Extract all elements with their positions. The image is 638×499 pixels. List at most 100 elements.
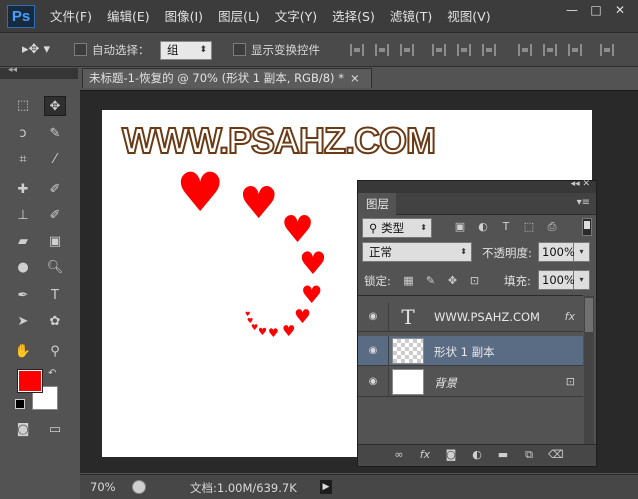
- path-select-tool-icon[interactable]: ➤: [12, 312, 34, 332]
- layer-name[interactable]: 形状 1 副本: [434, 344, 495, 360]
- menu-view[interactable]: 视图(V): [447, 8, 490, 26]
- clone-stamp-icon[interactable]: ⊥: [12, 206, 34, 226]
- menu-layer[interactable]: 图层(L): [218, 8, 260, 26]
- layer-row-text[interactable]: ◉ T WWW.PSAHZ.COM fx: [358, 302, 583, 332]
- marquee-tool-icon[interactable]: ⬚: [12, 96, 34, 116]
- eraser-tool-icon[interactable]: ▰: [12, 232, 34, 252]
- menu-file[interactable]: 文件(F): [50, 8, 92, 26]
- fill-dropdown-icon[interactable]: ▾: [574, 270, 590, 290]
- panel-titlebar[interactable]: ◂◂ ✕: [358, 179, 596, 193]
- filter-toggle[interactable]: [582, 218, 592, 236]
- menu-filter[interactable]: 滤镜(T): [390, 8, 432, 26]
- add-mask-icon[interactable]: ◙: [444, 448, 458, 462]
- link-layers-icon[interactable]: ∞: [392, 448, 406, 462]
- align-bottom-icon[interactable]: [400, 44, 414, 56]
- distribute-left-icon[interactable]: [600, 44, 614, 56]
- opacity-input[interactable]: 100%: [538, 242, 575, 262]
- foreground-color-swatch[interactable]: [17, 369, 43, 393]
- layer-row-shape[interactable]: ◉ 形状 1 副本: [358, 336, 583, 366]
- shape-layer-thumb: [392, 338, 424, 364]
- opacity-dropdown-icon[interactable]: ▾: [574, 242, 590, 262]
- blur-tool-icon[interactable]: ●: [12, 258, 34, 278]
- move-tool-icon[interactable]: ✥: [44, 96, 66, 116]
- eye-icon[interactable]: ◉: [366, 345, 380, 357]
- lock-all-icon[interactable]: ⊡: [468, 274, 481, 287]
- quick-select-tool-icon[interactable]: ✎: [44, 124, 66, 144]
- zoom-level[interactable]: 70%: [90, 480, 116, 494]
- swap-colors-icon[interactable]: ↶: [48, 368, 56, 379]
- dodge-tool-icon[interactable]: 🔍︎: [44, 258, 66, 278]
- pixel-filter-icon[interactable]: ▣: [453, 220, 467, 234]
- status-bar: 70% 文档:1.00M/639.7K ▶: [80, 474, 638, 499]
- close-button[interactable]: ✕: [608, 0, 632, 20]
- collapse-icon[interactable]: ◂◂: [8, 65, 17, 75]
- menu-image[interactable]: 图像(I): [165, 8, 203, 26]
- type-tool-icon[interactable]: T: [44, 286, 66, 306]
- layer-name[interactable]: 背景: [434, 375, 457, 391]
- lock-position-icon[interactable]: ✥: [446, 274, 459, 287]
- tab-layers[interactable]: 图层: [358, 193, 396, 215]
- panel-menu-icon[interactable]: ▾≡: [577, 197, 590, 208]
- menu-edit[interactable]: 编辑(E): [107, 8, 150, 26]
- history-brush-icon[interactable]: ✐: [44, 206, 66, 226]
- show-transform-label: 显示变换控件: [251, 43, 320, 57]
- align-hcenter-icon[interactable]: [457, 44, 471, 56]
- quick-mask-icon[interactable]: ◙: [12, 420, 34, 440]
- zoom-tool-icon[interactable]: ⚲: [44, 342, 66, 362]
- eyedropper-tool-icon[interactable]: ⁄: [44, 150, 66, 170]
- distribute-vcenter-icon[interactable]: [543, 44, 557, 56]
- distribute-bottom-icon[interactable]: [568, 44, 582, 56]
- new-group-icon[interactable]: ▬: [496, 448, 510, 462]
- eye-icon[interactable]: ◉: [366, 376, 380, 388]
- status-menu-arrow-icon[interactable]: ▶: [320, 480, 332, 494]
- minimize-button[interactable]: —: [560, 0, 584, 20]
- adjustment-filter-icon[interactable]: ◐: [476, 220, 490, 234]
- layer-style-icon[interactable]: fx: [418, 448, 432, 462]
- brush-tool-icon[interactable]: ✐: [44, 180, 66, 200]
- layer-row-background[interactable]: ◉ 背景 ⊡: [358, 367, 583, 397]
- distribute-top-icon[interactable]: [518, 44, 532, 56]
- maximize-button[interactable]: □: [584, 0, 608, 20]
- hand-tool-icon[interactable]: ✋: [12, 342, 34, 362]
- align-right-icon[interactable]: [482, 44, 496, 56]
- auto-select-dropdown[interactable]: 组 ⬍: [160, 41, 212, 60]
- default-colors-icon[interactable]: [15, 399, 25, 409]
- smart-object-filter-icon[interactable]: ⎙: [545, 220, 559, 234]
- close-document-icon[interactable]: ×: [350, 71, 360, 85]
- document-tab[interactable]: 未标题-1-恢复的 @ 70% (形状 1 副本, RGB/8) * ×: [82, 68, 372, 88]
- lock-pixels-icon[interactable]: ✎: [424, 274, 437, 287]
- align-top-icon[interactable]: [350, 44, 364, 56]
- align-left-icon[interactable]: [432, 44, 446, 56]
- custom-shape-tool-icon[interactable]: ✿: [44, 312, 66, 332]
- blend-mode-dropdown[interactable]: 正常 ⬍: [362, 242, 472, 262]
- lasso-tool-icon[interactable]: ↄ: [12, 124, 34, 144]
- fx-badge[interactable]: fx: [565, 310, 575, 323]
- layer-kind-filter[interactable]: ⚲ 类型 ⬍: [362, 218, 432, 238]
- delete-layer-icon[interactable]: ⌫: [548, 448, 564, 462]
- fill-input[interactable]: 100%: [538, 270, 575, 290]
- menu-select[interactable]: 选择(S): [332, 8, 375, 26]
- type-filter-icon[interactable]: T: [499, 220, 513, 234]
- screen-mode-icon[interactable]: ▭: [44, 420, 66, 440]
- auto-select-checkbox[interactable]: [74, 43, 87, 56]
- layers-scrollbar[interactable]: [584, 296, 594, 446]
- gradient-tool-icon[interactable]: ▣: [44, 232, 66, 252]
- layers-panel: ◂◂ ✕ 图层 ▾≡ ⚲ 类型 ⬍ ▣ ◐ T ⬚ ⎙ 正常 ⬍ 不透明度: 100…: [357, 179, 597, 467]
- show-transform-checkbox[interactable]: [233, 43, 246, 56]
- status-info-icon[interactable]: [132, 480, 146, 494]
- menu-type[interactable]: 文字(Y): [275, 8, 317, 26]
- healing-brush-icon[interactable]: ✚: [12, 180, 34, 200]
- panel-collapse-icon[interactable]: ◂◂ ✕: [571, 179, 590, 189]
- align-vcenter-icon[interactable]: [375, 44, 389, 56]
- crop-tool-icon[interactable]: ⌗: [12, 150, 34, 170]
- toolbox-header[interactable]: ◂◂: [0, 65, 78, 79]
- ps-logo-icon[interactable]: Ps: [7, 5, 35, 28]
- layer-name[interactable]: WWW.PSAHZ.COM: [434, 310, 540, 324]
- move-tool-preset-icon[interactable]: ▸✥ ▾: [22, 41, 50, 59]
- adjustment-layer-icon[interactable]: ◐: [470, 448, 484, 462]
- shape-filter-icon[interactable]: ⬚: [522, 220, 536, 234]
- eye-icon[interactable]: ◉: [366, 311, 380, 323]
- pen-tool-icon[interactable]: ✒: [12, 286, 34, 306]
- new-layer-icon[interactable]: ⧉: [522, 448, 536, 462]
- lock-transparent-icon[interactable]: ▦: [402, 274, 415, 287]
